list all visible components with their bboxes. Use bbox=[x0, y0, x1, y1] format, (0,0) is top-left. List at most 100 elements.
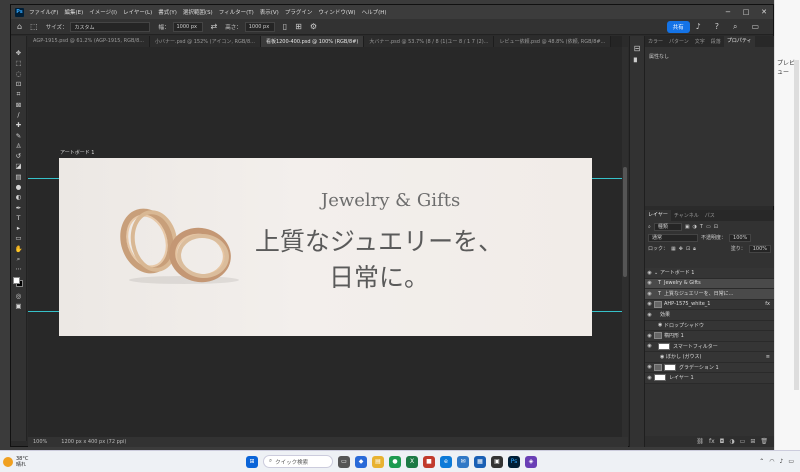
fill-input[interactable]: 100% bbox=[748, 244, 771, 253]
menu-image[interactable]: イメージ(I) bbox=[89, 8, 117, 16]
more-tools-icon[interactable]: ⋯ bbox=[11, 264, 26, 274]
eraser-tool-icon[interactable]: ◪ bbox=[11, 161, 26, 171]
app-icon[interactable]: ▦ bbox=[474, 455, 486, 468]
lasso-tool-icon[interactable]: ◌ bbox=[11, 69, 26, 79]
layer-row[interactable]: ◉ ⌄ アートボード 1 bbox=[645, 268, 774, 279]
workspace-icon[interactable]: ▭ bbox=[751, 22, 759, 31]
fx-icon[interactable]: fx bbox=[709, 438, 715, 445]
tab-paragraph[interactable]: 段落 bbox=[708, 38, 724, 45]
filter-shape-icon[interactable]: ▭ bbox=[706, 224, 711, 230]
filter-options-icon[interactable]: ≡ bbox=[766, 354, 774, 360]
visibility-eye-icon[interactable]: ◉ bbox=[654, 354, 666, 360]
visibility-eye-icon[interactable]: ◉ bbox=[645, 301, 654, 307]
file-explorer-icon[interactable]: ▤ bbox=[372, 455, 384, 468]
task-view-icon[interactable]: ▭ bbox=[338, 455, 350, 468]
share-button[interactable]: 共有 bbox=[666, 20, 690, 33]
menu-type[interactable]: 書式(Y) bbox=[158, 8, 177, 16]
filter-pixel-icon[interactable]: ▣ bbox=[685, 224, 690, 230]
doc-tab[interactable]: レビュー依頼.psd @ 48.8% (依頼, RGB/8#... bbox=[494, 36, 612, 47]
document-size[interactable]: 1200 px x 400 px (72 ppi) bbox=[61, 439, 126, 445]
settings-gear-icon[interactable]: ⚙ bbox=[310, 22, 317, 31]
excel-icon[interactable]: X bbox=[406, 455, 418, 468]
pen-tool-icon[interactable]: ✒ bbox=[11, 202, 26, 212]
blend-mode-select[interactable]: 通常 bbox=[648, 233, 698, 242]
menu-view[interactable]: 表示(V) bbox=[260, 8, 279, 16]
teams-icon[interactable]: ◆ bbox=[355, 455, 367, 468]
doc-tab[interactable]: AGP-1915.psd @ 61.2% (AGP-1915, RGB/8... bbox=[28, 36, 151, 47]
canvas-vertical-scrollbar[interactable] bbox=[622, 47, 628, 437]
move-tool-icon[interactable]: ✥ bbox=[11, 48, 26, 58]
menu-select[interactable]: 選択範囲(S) bbox=[183, 8, 213, 16]
hand-tool-icon[interactable]: ✋ bbox=[11, 244, 26, 254]
doc-tab[interactable]: 小バナー.psd @ 152% (アイコン, RGB/8... bbox=[150, 36, 261, 47]
layer-row[interactable]: ◉ ドロップシャドウ bbox=[645, 320, 774, 331]
layer-row[interactable]: ◉ レイヤー 1 bbox=[645, 373, 774, 384]
history-panel-icon[interactable]: ⊟ bbox=[630, 44, 644, 58]
layer-row[interactable]: ◉ ぼかし (ガウス) ≡ bbox=[645, 352, 774, 363]
chrome-icon[interactable]: ● bbox=[389, 455, 401, 468]
close-icon[interactable]: ✕ bbox=[755, 8, 773, 16]
artboard[interactable]: Jewelry & Gifts 上質なジュエリーを、 日常に。 bbox=[59, 158, 592, 336]
menu-layer[interactable]: レイヤー(L) bbox=[123, 8, 152, 16]
speaker-icon[interactable]: ♪ bbox=[779, 458, 783, 465]
artboard-tool-icon[interactable]: ⬚ bbox=[30, 22, 38, 31]
layer-fx-badge[interactable]: fx bbox=[765, 301, 774, 307]
layer-row[interactable]: ◉ 楕円形 1 bbox=[645, 331, 774, 342]
shape-tool-icon[interactable]: ▭ bbox=[11, 233, 26, 243]
lock-all-icon[interactable]: 🔒︎ bbox=[693, 246, 696, 252]
menu-filter[interactable]: フィルター(T) bbox=[219, 8, 254, 16]
layer-row[interactable]: ◉ AHP-1575_white_1 fx bbox=[645, 299, 774, 310]
maximize-icon[interactable]: □ bbox=[737, 8, 755, 16]
visibility-eye-icon[interactable]: ◉ bbox=[645, 280, 654, 286]
scrollbar-thumb[interactable] bbox=[623, 167, 627, 277]
chevron-up-icon[interactable]: ⌃ bbox=[759, 458, 764, 465]
new-group-icon[interactable]: ▭ bbox=[740, 438, 746, 445]
comments-panel-icon[interactable]: ▘ bbox=[630, 58, 644, 72]
healing-brush-tool-icon[interactable]: ✚ bbox=[11, 120, 26, 130]
link-layers-icon[interactable]: ⛓ bbox=[696, 438, 704, 445]
screen-mode-icon[interactable]: ▣ bbox=[11, 301, 26, 311]
swap-icon[interactable]: ⇄ bbox=[211, 22, 218, 31]
menu-help[interactable]: ヘルプ(H) bbox=[362, 8, 387, 16]
quick-mask-icon[interactable]: ◎ bbox=[11, 291, 26, 301]
tab-pattern[interactable]: パターン bbox=[666, 38, 692, 45]
menu-edit[interactable]: 編集(E) bbox=[64, 8, 83, 16]
visibility-eye-icon[interactable]: ◉ bbox=[645, 343, 654, 349]
filter-smart-icon[interactable]: ⊡ bbox=[714, 224, 718, 230]
doc-tab-active[interactable]: 看板1200-400.psd @ 100% (RGB/8#) bbox=[260, 36, 365, 47]
lock-position-icon[interactable]: ✥ bbox=[679, 246, 683, 252]
filter-adjust-icon[interactable]: ◑ bbox=[693, 224, 697, 230]
notifications-icon[interactable]: ♪ bbox=[696, 22, 701, 31]
minimize-icon[interactable]: − bbox=[719, 8, 737, 16]
tab-properties[interactable]: プロパティ bbox=[723, 36, 755, 47]
app-icon[interactable]: ▣ bbox=[491, 455, 503, 468]
dodge-tool-icon[interactable]: ◐ bbox=[11, 192, 26, 202]
taskbar-search[interactable]: ⌕ クイック検索 bbox=[263, 455, 333, 468]
eyedropper-tool-icon[interactable]: ∕ bbox=[11, 110, 26, 120]
marquee-tool-icon[interactable]: ⬚ bbox=[11, 58, 26, 68]
visibility-eye-icon[interactable]: ◉ bbox=[645, 364, 654, 370]
history-brush-tool-icon[interactable]: ↺ bbox=[11, 151, 26, 161]
visibility-eye-icon[interactable]: ◉ bbox=[645, 291, 654, 297]
help-icon[interactable]: ? bbox=[715, 22, 719, 31]
app-icon[interactable]: ■ bbox=[423, 455, 435, 468]
canvas-area[interactable]: アートボード 1 Jewelry & Gifts 上質なジュエリーを、 日常に。 bbox=[28, 47, 622, 437]
artboard-label[interactable]: アートボード 1 bbox=[60, 149, 94, 156]
layer-row[interactable]: ◉ T 上質なジュエリーを、日常に... bbox=[645, 289, 774, 300]
width-input[interactable]: 1000 px bbox=[172, 21, 203, 32]
weather-widget[interactable]: 38°C 晴れ bbox=[0, 456, 120, 468]
zoom-level[interactable]: 100% bbox=[33, 439, 47, 445]
filter-type-icon[interactable]: T bbox=[700, 224, 703, 230]
object-select-tool-icon[interactable]: ⊡ bbox=[11, 79, 26, 89]
tab-character[interactable]: 文字 bbox=[692, 38, 708, 45]
photoshop-taskbar-icon[interactable]: Ps bbox=[508, 455, 520, 468]
add-artboard-icon[interactable]: ⊞ bbox=[295, 22, 302, 31]
visibility-eye-icon[interactable]: ◉ bbox=[654, 322, 664, 328]
menu-file[interactable]: ファイル(F) bbox=[29, 8, 58, 16]
opacity-input[interactable]: 100% bbox=[729, 233, 752, 242]
layer-row[interactable]: ◉ 効果 bbox=[645, 310, 774, 321]
path-select-tool-icon[interactable]: ▸ bbox=[11, 223, 26, 233]
layer-filter-select[interactable]: 種類 bbox=[653, 222, 682, 231]
delete-layer-icon[interactable]: 🗑︎ bbox=[760, 438, 768, 445]
brush-tool-icon[interactable]: ✎ bbox=[11, 130, 26, 140]
